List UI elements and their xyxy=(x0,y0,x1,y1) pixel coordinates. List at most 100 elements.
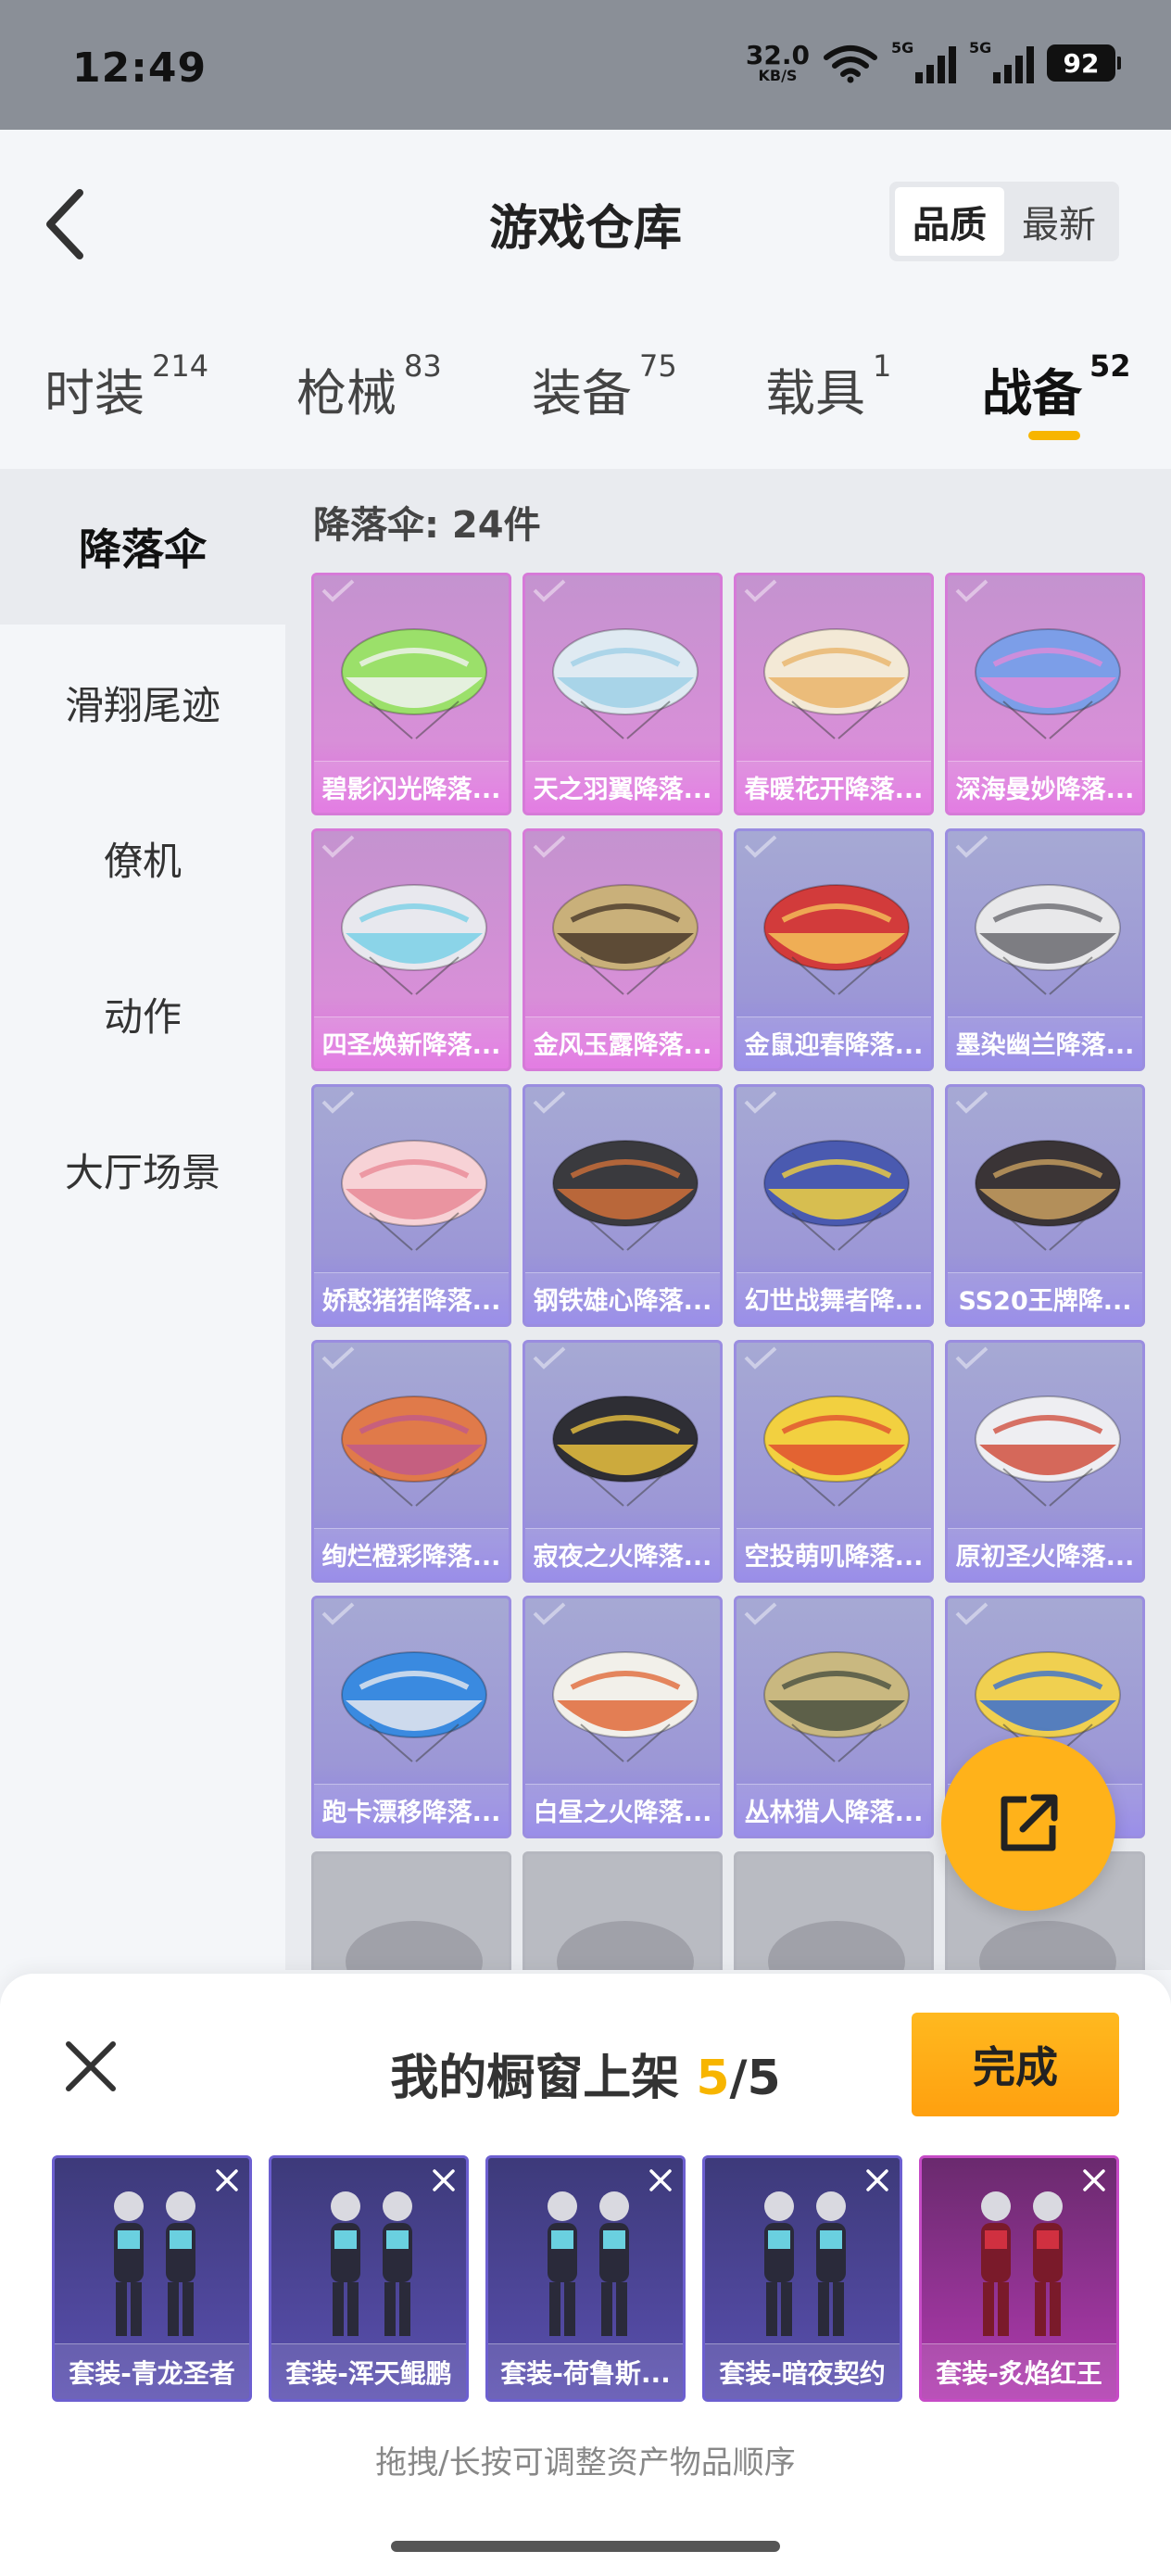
tab-weapons[interactable]: 枪械 83 xyxy=(296,348,442,425)
item-card[interactable]: 寂夜之火降落... xyxy=(523,1340,723,1583)
item-name: 墨染幽兰降落... xyxy=(948,1017,1142,1068)
item-card[interactable]: 丛林猎人降落... xyxy=(734,1596,934,1838)
status-icons: 32.0 KB/S 5G 5G 92 xyxy=(746,39,1121,83)
item-name: 跑卡漂移降落... xyxy=(314,1784,509,1836)
item-name: 幻世战舞者降... xyxy=(737,1272,931,1324)
item-card[interactable]: 娇憨猪猪降落... xyxy=(311,1084,511,1327)
sort-option-latest[interactable]: 最新 xyxy=(1004,187,1114,256)
outfit-image xyxy=(548,2191,629,2336)
item-card-placeholder[interactable] xyxy=(523,1851,723,1970)
share-button[interactable] xyxy=(941,1736,1115,1911)
item-name: SS20王牌降... xyxy=(948,1272,1142,1324)
item-card[interactable]: 原初圣火降落... xyxy=(945,1340,1145,1583)
item-card[interactable]: 幻世战舞者降... xyxy=(734,1084,934,1327)
outfit-name: 套装-炙焰红王 xyxy=(922,2343,1116,2399)
parachute-image xyxy=(341,1651,487,1762)
outfit-name: 套装-浑天鲲鹏 xyxy=(271,2343,466,2399)
outfit-image xyxy=(114,2191,195,2336)
item-card-placeholder[interactable] xyxy=(734,1851,934,1970)
item-name: 四圣焕新降落... xyxy=(314,1017,509,1068)
item-card[interactable]: 天之羽翼降落... xyxy=(523,573,723,815)
showcase-item[interactable]: 套装-浑天鲲鹏 xyxy=(269,2155,469,2402)
outfit-name: 套装-暗夜契约 xyxy=(705,2343,900,2399)
outfit-image xyxy=(331,2191,412,2336)
parachute-image xyxy=(552,1140,699,1251)
side-nav-parachute[interactable]: 降落伞 xyxy=(0,469,285,625)
item-name: 白昼之火降落... xyxy=(525,1784,720,1836)
parachute-image xyxy=(763,628,910,739)
item-name: 金风玉露降落... xyxy=(525,1017,720,1068)
parachute-image xyxy=(552,1651,699,1762)
parachute-image xyxy=(341,1395,487,1507)
sort-toggle: 品质 最新 xyxy=(889,182,1119,261)
parachute-image xyxy=(763,1395,910,1507)
share-icon xyxy=(1001,1794,1058,1851)
item-card[interactable]: 四圣焕新降落... xyxy=(311,828,511,1071)
parachute-image xyxy=(763,1651,910,1762)
showcase-item[interactable]: 套装-炙焰红王 xyxy=(919,2155,1119,2402)
item-name: 绚烂橙彩降落... xyxy=(314,1528,509,1580)
parachute-image xyxy=(552,628,699,739)
item-card[interactable]: 碧影闪光降落... xyxy=(311,573,511,815)
tab-fashion[interactable]: 时装 214 xyxy=(44,348,208,425)
side-nav-lobby-scene[interactable]: 大厅场景 xyxy=(0,1092,285,1247)
done-button[interactable]: 完成 xyxy=(912,2013,1119,2116)
outfit-image xyxy=(981,2191,1063,2336)
showcase-item[interactable]: 套装-荷鲁斯... xyxy=(485,2155,686,2402)
item-card[interactable]: 金鼠迎春降落... xyxy=(734,828,934,1071)
side-nav: 降落伞 滑翔尾迹 僚机 动作 大厅场景 xyxy=(0,469,285,2044)
network-speed-value: 32.0 xyxy=(745,40,810,70)
parachute-image xyxy=(768,1921,905,1970)
item-card[interactable]: 白昼之火降落... xyxy=(523,1596,723,1838)
parachute-image xyxy=(975,884,1121,995)
parachute-image xyxy=(341,628,487,739)
signal-icon-2: 5G xyxy=(969,39,1034,83)
tab-vehicles[interactable]: 载具 1 xyxy=(765,348,891,425)
wifi-icon xyxy=(824,45,877,83)
item-name: 春暖花开降落... xyxy=(737,761,931,813)
item-name: 原初圣火降落... xyxy=(948,1528,1142,1580)
network-speed: 32.0 KB/S xyxy=(746,43,810,83)
parachute-image xyxy=(341,884,487,995)
item-name: 金鼠迎春降落... xyxy=(737,1017,931,1068)
item-name: 娇憨猪猪降落... xyxy=(314,1272,509,1324)
showcase-item[interactable]: 套装-暗夜契约 xyxy=(702,2155,902,2402)
category-tabs: 时装 214 枪械 83 装备 75 载具 1 战备 52 xyxy=(0,348,1171,463)
showcase-sheet: 我的橱窗上架 5/5 完成 套装-青龙圣者 套装-浑天鲲鹏 套装-荷鲁斯... 套装-… xyxy=(0,1974,1171,2576)
reorder-hint: 拖拽/长按可调整资产物品顺序 xyxy=(375,2444,796,2481)
item-card-placeholder[interactable] xyxy=(311,1851,511,1970)
showcase-item[interactable]: 套装-青龙圣者 xyxy=(52,2155,252,2402)
outfit-name: 套装-青龙圣者 xyxy=(55,2343,249,2399)
item-name: 寂夜之火降落... xyxy=(525,1528,720,1580)
side-nav-glide-trail[interactable]: 滑翔尾迹 xyxy=(0,625,285,780)
header: 游戏仓库 品质 最新 时装 214 枪械 83 装备 75 载具 1 战备 52 xyxy=(0,130,1171,473)
item-card[interactable]: SS20王牌降... xyxy=(945,1084,1145,1327)
parachute-image xyxy=(975,1140,1121,1251)
item-card[interactable]: 春暖花开降落... xyxy=(734,573,934,815)
item-name: 碧影闪光降落... xyxy=(314,761,509,813)
active-tab-indicator xyxy=(1028,431,1080,440)
item-card[interactable]: 深海曼妙降落... xyxy=(945,573,1145,815)
item-card[interactable]: 跑卡漂移降落... xyxy=(311,1596,511,1838)
status-time: 12:49 xyxy=(72,44,208,92)
tab-equipment[interactable]: 装备 75 xyxy=(532,348,677,425)
item-card[interactable]: 绚烂橙彩降落... xyxy=(311,1340,511,1583)
item-card[interactable]: 金风玉露降落... xyxy=(523,828,723,1071)
outfit-name: 套装-荷鲁斯... xyxy=(488,2343,683,2399)
sort-option-quality[interactable]: 品质 xyxy=(895,187,1004,256)
side-nav-wingman[interactable]: 僚机 xyxy=(0,780,285,936)
tab-combat-gear[interactable]: 战备 52 xyxy=(982,348,1131,425)
item-name: 深海曼妙降落... xyxy=(948,761,1142,813)
item-card[interactable]: 钢铁雄心降落... xyxy=(523,1084,723,1327)
item-card[interactable]: 墨染幽兰降落... xyxy=(945,828,1145,1071)
showcase-list: 套装-青龙圣者 套装-浑天鲲鹏 套装-荷鲁斯... 套装-暗夜契约 套装-炙焰红王 xyxy=(52,2155,1127,2406)
item-card[interactable]: 空投萌叽降落... xyxy=(734,1340,934,1583)
item-name: 钢铁雄心降落... xyxy=(525,1272,720,1324)
parachute-image xyxy=(557,1921,694,1970)
battery-icon: 92 xyxy=(1047,44,1121,82)
status-bar: 12:49 32.0 KB/S 5G 5G 92 xyxy=(0,0,1171,130)
parachute-image xyxy=(552,1395,699,1507)
showcase-count: 5 xyxy=(696,2051,730,2106)
side-nav-emote[interactable]: 动作 xyxy=(0,936,285,1092)
home-indicator[interactable] xyxy=(391,2541,780,2552)
